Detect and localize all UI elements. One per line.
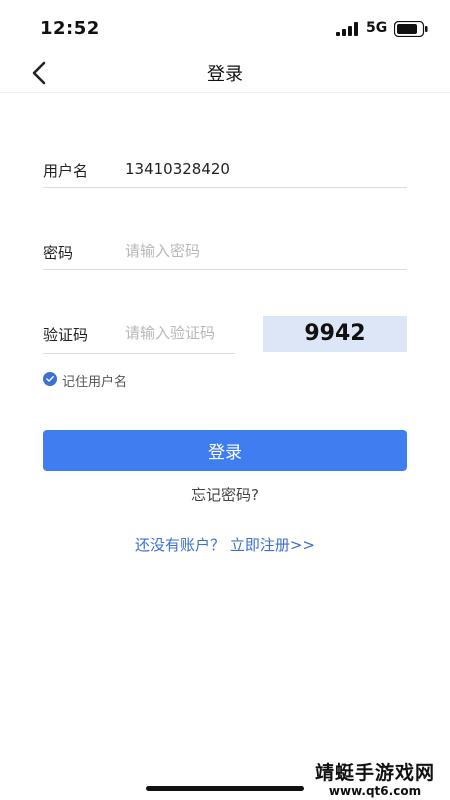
home-indicator [146,786,304,791]
battery-icon [394,21,428,37]
captcha-label: 验证码 [43,326,89,344]
password-label: 密码 [43,244,74,262]
username-input[interactable] [125,150,405,188]
watermark-title: 靖蜓手游戏网 [314,762,435,784]
status-time: 12:52 [40,18,100,39]
network-label: 5G [366,20,388,36]
page-title: 登录 [207,64,243,85]
username-underline [43,187,407,188]
captcha-image[interactable]: 9942 [263,316,407,352]
check-circle-icon [43,372,57,386]
signal-icon [336,22,358,36]
watermark-url: www.qt6.com [328,784,422,798]
status-bar: 12:52 5G [0,0,450,56]
forgot-password-link[interactable]: 忘记密码? [0,484,450,505]
captcha-input[interactable] [125,314,235,352]
remember-username-label: 记住用户名 [62,375,128,390]
nav-bar: 登录 [0,56,450,93]
password-input[interactable] [125,232,405,270]
login-button[interactable]: 登录 [43,430,407,471]
password-row: 密码 [43,232,407,272]
username-row: 用户名 [43,150,407,190]
register-link[interactable]: 还没有账户？ 立即注册>> [0,534,450,555]
captcha-row: 验证码 [43,314,235,354]
password-underline [43,269,407,270]
captcha-underline [43,353,235,354]
username-label: 用户名 [43,162,89,180]
watermark: 靖蜓手游戏网 www.qt6.com [308,762,442,798]
